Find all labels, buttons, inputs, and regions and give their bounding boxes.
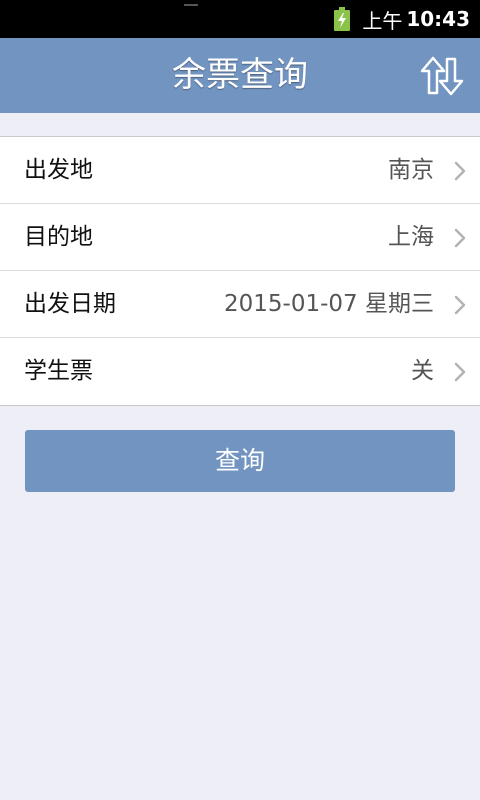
student-ticket-row[interactable]: 学生票 关 bbox=[0, 338, 480, 405]
departure-date-row[interactable]: 出发日期 2015-01-07 星期三 bbox=[0, 271, 480, 338]
departure-date-value: 2015-01-07 星期三 bbox=[224, 291, 434, 317]
destination-row[interactable]: 目的地 上海 bbox=[0, 204, 480, 271]
battery-charging-icon bbox=[334, 7, 350, 31]
chevron-right-icon bbox=[454, 228, 466, 248]
query-button[interactable]: 查询 bbox=[25, 430, 455, 492]
student-ticket-label: 学生票 bbox=[24, 358, 93, 384]
chevron-right-icon bbox=[454, 295, 466, 315]
departure-value: 南京 bbox=[388, 157, 434, 183]
departure-row[interactable]: 出发地 南京 bbox=[0, 137, 480, 204]
student-ticket-value: 关 bbox=[411, 358, 434, 384]
status-bar: 上午 10:43 bbox=[0, 0, 480, 38]
query-form: 出发地 南京 目的地 上海 出发日期 2015-01-07 星期三 学生票 关 bbox=[0, 136, 480, 406]
destination-label: 目的地 bbox=[24, 224, 93, 250]
status-clock: 上午 10:43 bbox=[362, 7, 470, 33]
title-bar: 余票查询 bbox=[0, 38, 480, 113]
status-time: 10:43 bbox=[406, 7, 470, 31]
status-ampm: 上午 bbox=[362, 8, 403, 33]
page-title: 余票查询 bbox=[172, 55, 308, 95]
destination-value: 上海 bbox=[388, 224, 434, 250]
swap-arrows-icon[interactable] bbox=[420, 56, 464, 96]
departure-label: 出发地 bbox=[24, 157, 93, 183]
chevron-right-icon bbox=[454, 161, 466, 181]
departure-date-label: 出发日期 bbox=[24, 291, 116, 317]
chevron-right-icon bbox=[454, 362, 466, 382]
status-notch bbox=[184, 4, 198, 6]
